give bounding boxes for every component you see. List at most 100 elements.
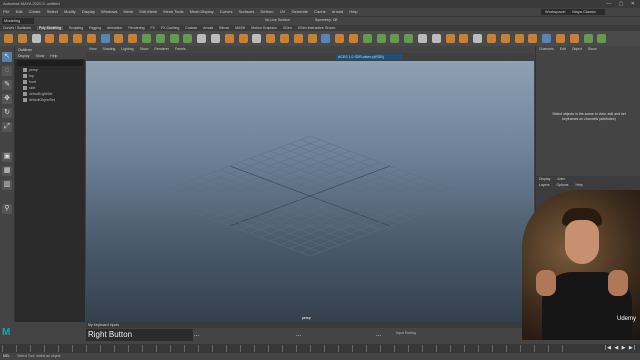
symmetry-toggle[interactable]: Symmetry: Off	[315, 18, 337, 22]
window-controls[interactable]: — ▢ ✕	[606, 0, 638, 8]
shelf-tab-mash[interactable]: MASH	[235, 26, 245, 30]
shelf-tool-icon[interactable]	[169, 34, 179, 43]
outliner-search-input[interactable]	[17, 60, 83, 66]
menu-deform[interactable]: Deform	[261, 9, 274, 14]
menu-file[interactable]: File	[3, 9, 9, 14]
shelf-tool-icon[interactable]	[155, 34, 165, 43]
menu-edit-mesh[interactable]: Edit Mesh	[139, 9, 157, 14]
shelf-tool-icon[interactable]	[45, 34, 55, 43]
shelf-tool-icon[interactable]	[473, 34, 483, 43]
shelf-tab-fx-caching[interactable]: FX Caching	[161, 26, 179, 30]
cb-menu-channels[interactable]: Channels	[539, 47, 554, 51]
shelf-tool-icon[interactable]	[224, 34, 234, 43]
shelf-tool-icon[interactable]	[362, 34, 372, 43]
shelf-tool-icon[interactable]	[597, 34, 607, 43]
menu-uv[interactable]: UV	[280, 9, 286, 14]
menu-generate[interactable]: Generate	[291, 9, 308, 14]
shelf-tool-icon[interactable]	[293, 34, 303, 43]
menu-arnold[interactable]: Arnold	[332, 9, 344, 14]
shelf-tool-icon[interactable]	[114, 34, 124, 43]
shelf-tool-icon[interactable]	[252, 34, 262, 43]
layer-tab-anim[interactable]: Anim	[557, 177, 565, 181]
no-live-surface[interactable]: No Live Surface	[265, 18, 290, 22]
layer-tab-display[interactable]: Display	[539, 177, 550, 181]
shelf-tool-icon[interactable]	[418, 34, 427, 43]
menu-modify[interactable]: Modify	[64, 9, 76, 14]
shelf-tool-icon[interactable]	[445, 34, 455, 43]
playback-controls[interactable]: |◀ ◀ ▶ ▶|	[605, 345, 636, 351]
menu-help[interactable]: Help	[349, 9, 357, 14]
menu-display[interactable]: Display	[82, 9, 95, 14]
shelf-tool-icon[interactable]	[376, 34, 386, 43]
move-tool-icon[interactable]: ✥	[2, 94, 12, 104]
shelf-tool-icon[interactable]	[542, 34, 552, 43]
outliner-layout-icon[interactable]: ▥	[2, 180, 12, 190]
shelf-tab-custom[interactable]: Custom	[185, 26, 197, 30]
shelf-tool-icon[interactable]	[266, 34, 276, 43]
single-view-icon[interactable]: ▣	[2, 152, 12, 162]
outliner-item-objectset[interactable]: defaultObjectSet	[15, 97, 85, 103]
menu-mesh[interactable]: Mesh	[124, 9, 134, 14]
shelf-tool-icon[interactable]	[556, 34, 565, 43]
layer-menu-help[interactable]: Help	[576, 183, 583, 187]
menu-cache[interactable]: Cache	[314, 9, 326, 14]
scale-tool-icon[interactable]: ⤢	[2, 122, 12, 132]
shelf-tool-icon[interactable]	[307, 34, 317, 43]
shelf-tool-icon[interactable]	[390, 34, 400, 43]
shelf-tab-xgen[interactable]: XGen	[283, 26, 292, 30]
shelf-tab-arnold[interactable]: Arnold	[203, 26, 213, 30]
menu-mesh-display[interactable]: Mesh Display	[190, 9, 214, 14]
rotate-tool-icon[interactable]: ↻	[2, 108, 12, 118]
outliner-menu-show[interactable]: Show	[35, 54, 44, 58]
shelf-tool-icon[interactable]	[280, 34, 289, 43]
viewport-scene[interactable]: persp	[86, 61, 534, 322]
vp-menu-renderer[interactable]: Renderer	[154, 47, 169, 51]
menu-create[interactable]: Create	[29, 9, 41, 14]
vp-menu-shading[interactable]: Shading	[103, 47, 116, 51]
menu-curves[interactable]: Curves	[220, 9, 233, 14]
shelf-tab-motion-graphics[interactable]: Motion Graphics	[251, 26, 276, 30]
shelf-tool-icon[interactable]	[128, 34, 138, 43]
cb-menu-show[interactable]: Show	[588, 47, 597, 51]
shelf-tool-icon[interactable]	[569, 34, 579, 43]
shelf-tool-icon[interactable]	[17, 34, 27, 43]
shelf-tab-curves[interactable]: Curves / Surfaces	[3, 26, 31, 30]
shelf-tool-icon[interactable]	[183, 34, 193, 43]
shelf-tool-icon[interactable]	[514, 34, 524, 43]
shelf-tool-icon[interactable]	[321, 34, 331, 43]
time-slider[interactable]: |◀ ◀ ▶ ▶|	[0, 344, 640, 353]
shelf-tab-poly[interactable]: Poly Modeling	[36, 26, 63, 30]
shelf-tool-icon[interactable]	[335, 34, 345, 43]
shelf-tab-bifrost[interactable]: Bifrost	[219, 26, 229, 30]
mode-dropdown[interactable]: Modeling	[2, 18, 34, 24]
shelf-tab-fx[interactable]: FX	[151, 26, 155, 30]
menu-edit[interactable]: Edit	[16, 9, 23, 14]
shelf-tool-icon[interactable]	[4, 34, 13, 43]
shelf-tool-icon[interactable]	[349, 34, 358, 43]
vp-menu-view[interactable]: View	[89, 47, 97, 51]
workspace-selector[interactable]: Workspace: Maya Classic	[541, 9, 605, 15]
shelf-tool-icon[interactable]	[211, 34, 220, 43]
shelf-tool-icon[interactable]	[100, 34, 110, 43]
layer-menu-options[interactable]: Options	[557, 183, 569, 187]
shelf-tool-icon[interactable]	[197, 34, 207, 43]
outliner-menu-display[interactable]: Display	[18, 54, 29, 58]
shelf-tool-icon[interactable]	[238, 34, 248, 43]
shelf-tool-icon[interactable]	[500, 34, 510, 43]
shelf-tab-animation[interactable]: Animation	[107, 26, 123, 30]
cb-menu-edit[interactable]: Edit	[560, 47, 566, 51]
vp-menu-panels[interactable]: Panels	[175, 47, 186, 51]
shelf-tool-icon[interactable]	[142, 34, 151, 43]
shelf-tool-icon[interactable]	[86, 34, 96, 43]
menu-select[interactable]: Select	[47, 9, 58, 14]
shelf-tool-icon[interactable]	[487, 34, 496, 43]
select-tool-icon[interactable]: ↖	[2, 52, 12, 62]
four-view-icon[interactable]: ▦	[2, 166, 12, 176]
vp-menu-show[interactable]: Show	[140, 47, 149, 51]
menu-mesh-tools[interactable]: Mesh Tools	[163, 9, 183, 14]
menu-surfaces[interactable]: Surfaces	[239, 9, 255, 14]
cb-menu-object[interactable]: Object	[572, 47, 582, 51]
mel-label[interactable]: MEL	[3, 354, 10, 358]
shelf-tab-rendering[interactable]: Rendering	[128, 26, 144, 30]
outliner-menu-help[interactable]: Help	[50, 54, 57, 58]
